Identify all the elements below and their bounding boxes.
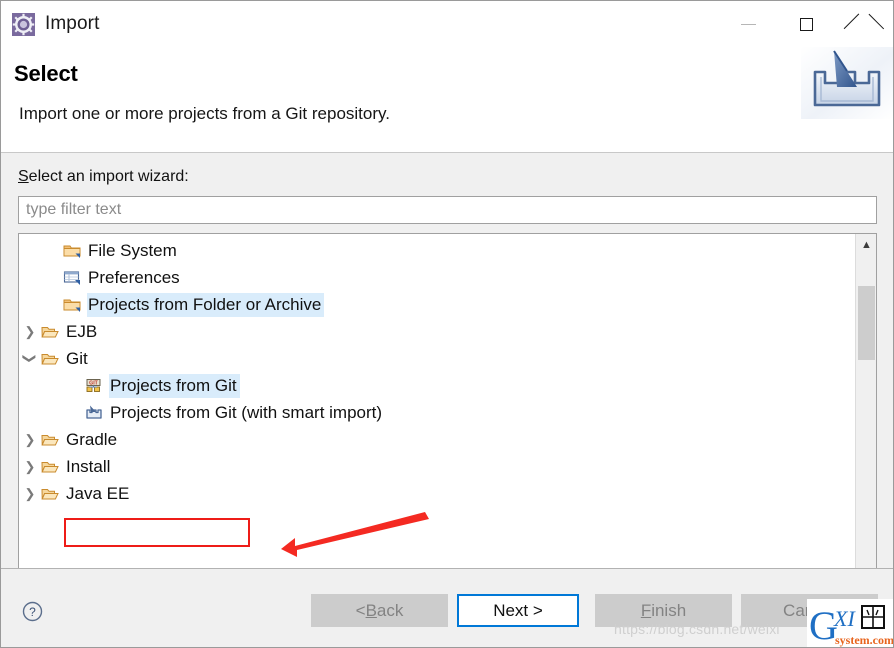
tree-item-java-ee[interactable]: ❯ Java EE xyxy=(19,480,855,507)
page-title: Select xyxy=(14,61,78,86)
cancel-mnemonic: C xyxy=(783,600,796,620)
close-icon xyxy=(856,16,872,32)
tree-item-label: Git xyxy=(66,348,88,368)
tree-item-label: Gradle xyxy=(66,429,118,449)
maximize-icon xyxy=(799,17,813,31)
tree-item-file-system[interactable]: File System xyxy=(19,237,855,264)
next-button[interactable]: Next > xyxy=(457,594,579,627)
tree-item-git[interactable]: ❯ Git xyxy=(19,345,855,372)
page-description: Import one or more projects from a Git r… xyxy=(19,104,390,123)
minimize-icon xyxy=(740,23,756,25)
cancel-button[interactable]: Cancel xyxy=(741,594,878,627)
chevron-down-icon[interactable]: ❯ xyxy=(23,348,38,370)
next-rest: ext > xyxy=(505,600,543,620)
tree-item-gradle[interactable]: ❯ Gradle xyxy=(19,426,855,453)
dialog-button-bar: ? < Back Next > Finish Cancel xyxy=(1,568,893,647)
help-icon[interactable]: ? xyxy=(22,601,43,622)
label-rest: elect an import wizard: xyxy=(28,168,189,185)
finish-button[interactable]: Finish xyxy=(595,594,732,627)
tree-item-install[interactable]: ❯ Install xyxy=(19,453,855,480)
tree-item-label: Projects from Git xyxy=(109,373,240,398)
tree-item-projects-from-git-smart-import[interactable]: Projects from Git (with smart import) xyxy=(19,399,855,426)
tree-item-label: File System xyxy=(88,240,177,260)
import-wizard-label: Select an import wizard: xyxy=(18,168,189,186)
open-folder-icon xyxy=(41,485,59,503)
chevron-right-icon[interactable]: ❯ xyxy=(19,460,41,473)
tree-item-projects-from-folder-or-archive[interactable]: Projects from Folder or Archive xyxy=(19,291,855,318)
open-folder-icon xyxy=(41,323,59,341)
window-controls xyxy=(719,1,893,47)
back-prefix: < xyxy=(355,600,366,620)
back-rest: ack xyxy=(376,600,404,620)
finish-mnemonic: F xyxy=(640,600,652,620)
wizard-header: Select Import one or more projects from … xyxy=(1,47,893,153)
tree-item-label: EJB xyxy=(66,321,98,341)
next-mnemonic: N xyxy=(493,600,506,620)
import-wizard-icon xyxy=(12,12,35,36)
scrollbar-thumb[interactable] xyxy=(858,286,875,360)
smart-import-icon xyxy=(85,404,103,422)
tree-item-preferences[interactable]: Preferences xyxy=(19,264,855,291)
preferences-icon xyxy=(63,269,81,287)
open-folder-icon xyxy=(41,458,59,476)
open-folder-icon xyxy=(41,431,59,449)
import-wizard-dialog: Import Select Import one or more project… xyxy=(0,0,894,648)
folder-icon xyxy=(63,242,81,260)
tree-item-label: Install xyxy=(66,456,111,476)
finish-rest: inish xyxy=(651,600,687,620)
window-title: Import xyxy=(45,13,100,34)
svg-text:?: ? xyxy=(29,605,36,619)
chevron-right-icon[interactable]: ❯ xyxy=(19,433,41,446)
minimize-button[interactable] xyxy=(719,1,777,47)
tree-item-ejb[interactable]: ❯ EJB xyxy=(19,318,855,345)
import-tray-icon xyxy=(801,47,893,152)
tree-item-projects-from-git[interactable]: GIT Projects from Git xyxy=(19,372,855,399)
label-mnemonic: S xyxy=(18,168,29,185)
chevron-right-icon[interactable]: ❯ xyxy=(19,487,41,500)
tree-item-label: Projects from Folder or Archive xyxy=(87,292,325,317)
back-button[interactable]: < Back xyxy=(311,594,448,627)
folder-icon xyxy=(63,296,81,314)
maximize-button[interactable] xyxy=(777,1,835,47)
tree-item-label: Projects from Git (with smart import) xyxy=(110,402,383,422)
chevron-right-icon[interactable]: ❯ xyxy=(19,325,41,338)
filter-input[interactable] xyxy=(18,196,877,224)
cancel-rest: ancel xyxy=(795,600,836,620)
back-mnemonic: B xyxy=(365,600,377,620)
close-button[interactable] xyxy=(835,1,893,47)
tree-item-label: Preferences xyxy=(88,267,180,287)
title-bar: Import xyxy=(1,1,893,47)
tree-item-label: Java EE xyxy=(66,483,130,503)
git-icon: GIT xyxy=(85,377,103,395)
open-folder-icon xyxy=(41,350,59,368)
scroll-up-icon[interactable]: ▲ xyxy=(856,234,876,255)
wizard-body: Select an import wizard: File System xyxy=(1,153,893,640)
